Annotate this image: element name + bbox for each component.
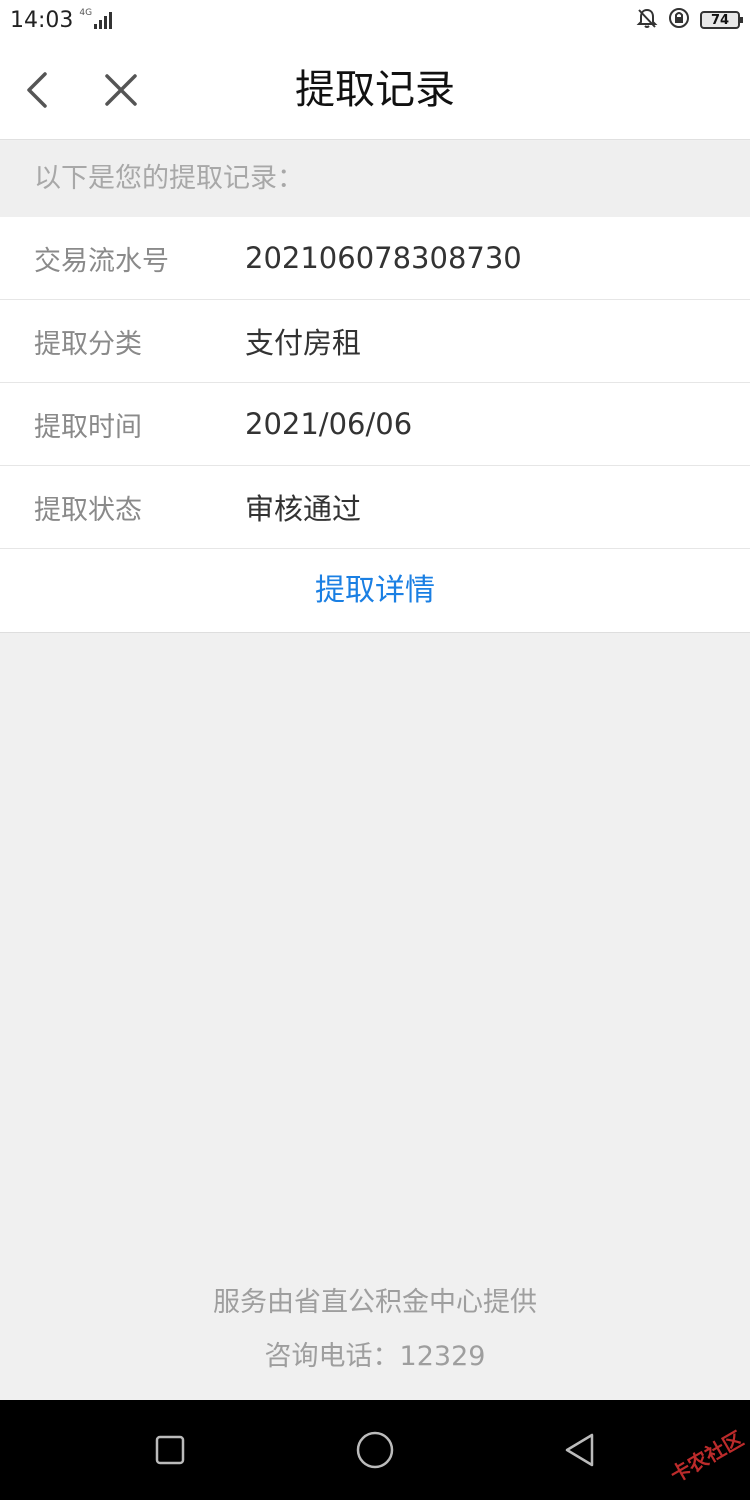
footer-provider: 服务由省直公积金中心提供: [213, 1287, 537, 1318]
row-label: 提取时间: [34, 411, 142, 443]
status-bar: 14:03 4G 74: [0, 0, 750, 40]
signal-icon: [94, 11, 113, 29]
system-back-button[interactable]: [560, 1430, 600, 1470]
row-value: 审核通过: [245, 492, 362, 526]
row-value: 202106078308730: [245, 241, 522, 275]
row-label: 提取状态: [34, 494, 142, 526]
record-card: 交易流水号 202106078308730 提取分类 支付房租 提取时间 202…: [0, 217, 750, 633]
home-button[interactable]: [355, 1430, 395, 1470]
close-icon: [105, 74, 137, 106]
row-value: 2021/06/06: [245, 407, 413, 441]
back-button[interactable]: [16, 65, 60, 115]
recents-button[interactable]: [150, 1430, 190, 1470]
close-button[interactable]: [96, 65, 146, 115]
record-row-serial: 交易流水号 202106078308730: [0, 217, 750, 300]
row-value: 支付房租: [245, 326, 362, 360]
footer: 服务由省直公积金中心提供 咨询电话：12329: [0, 1278, 750, 1382]
record-row-status: 提取状态 审核通过: [0, 466, 750, 549]
network-type: 4G: [79, 8, 93, 18]
home-circle-icon: [356, 1431, 394, 1469]
lock-rotation-icon: [668, 7, 690, 33]
watermark-logo: 卡农社区: [666, 1426, 748, 1488]
record-row-time: 提取时间 2021/06/06: [0, 383, 750, 466]
section-hint: 以下是您的提取记录：: [0, 141, 750, 217]
row-label: 交易流水号: [34, 245, 169, 277]
system-nav-bar: 卡农社区: [0, 1400, 750, 1500]
battery-icon: 74: [700, 11, 743, 29]
chevron-left-icon: [27, 72, 47, 108]
mute-bell-icon: [636, 7, 658, 33]
record-row-category: 提取分类 支付房租: [0, 300, 750, 383]
app-screen: 14:03 4G 74 提取记录 以下是您的提取记录： 交易流水号 202106…: [0, 0, 750, 1500]
back-triangle-icon: [565, 1433, 594, 1467]
row-label: 提取分类: [34, 328, 142, 360]
status-right: 74: [636, 7, 743, 33]
recents-square-icon: [155, 1435, 185, 1465]
status-time: 14:03: [10, 7, 74, 33]
footer-hotline[interactable]: 咨询电话：12329: [0, 1332, 750, 1382]
withdrawal-detail-link[interactable]: 提取详情: [0, 549, 750, 632]
status-left: 14:03 4G: [10, 7, 113, 33]
nav-bar: 提取记录: [0, 40, 750, 140]
